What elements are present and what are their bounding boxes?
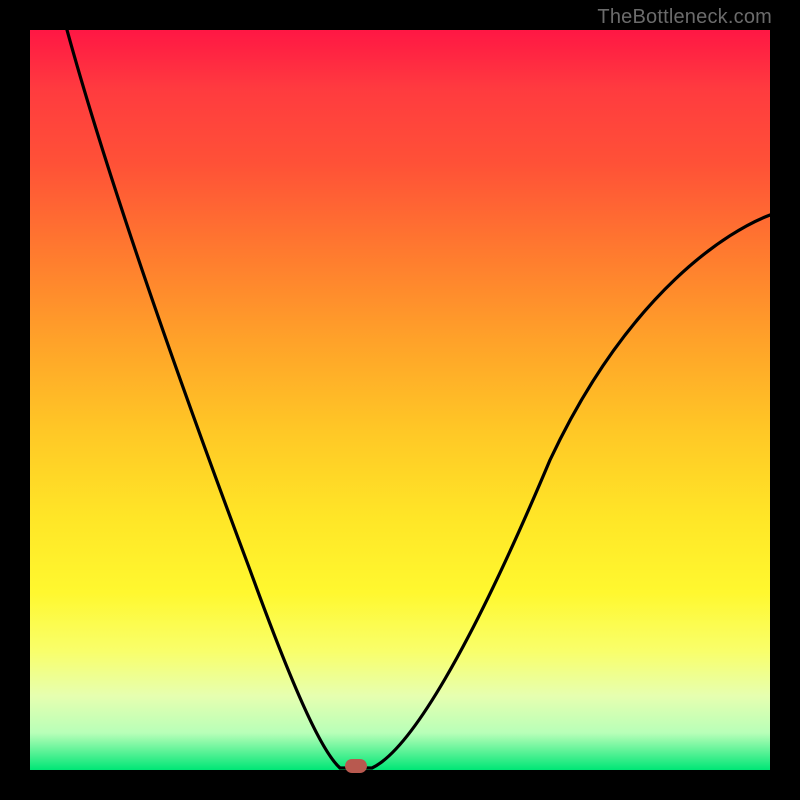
plot-area	[30, 30, 770, 770]
watermark-text: TheBottleneck.com	[597, 6, 772, 29]
curve-path	[67, 30, 770, 768]
optimal-point-marker	[345, 759, 367, 773]
chart-frame: TheBottleneck.com	[0, 0, 800, 800]
bottleneck-curve	[30, 30, 770, 770]
